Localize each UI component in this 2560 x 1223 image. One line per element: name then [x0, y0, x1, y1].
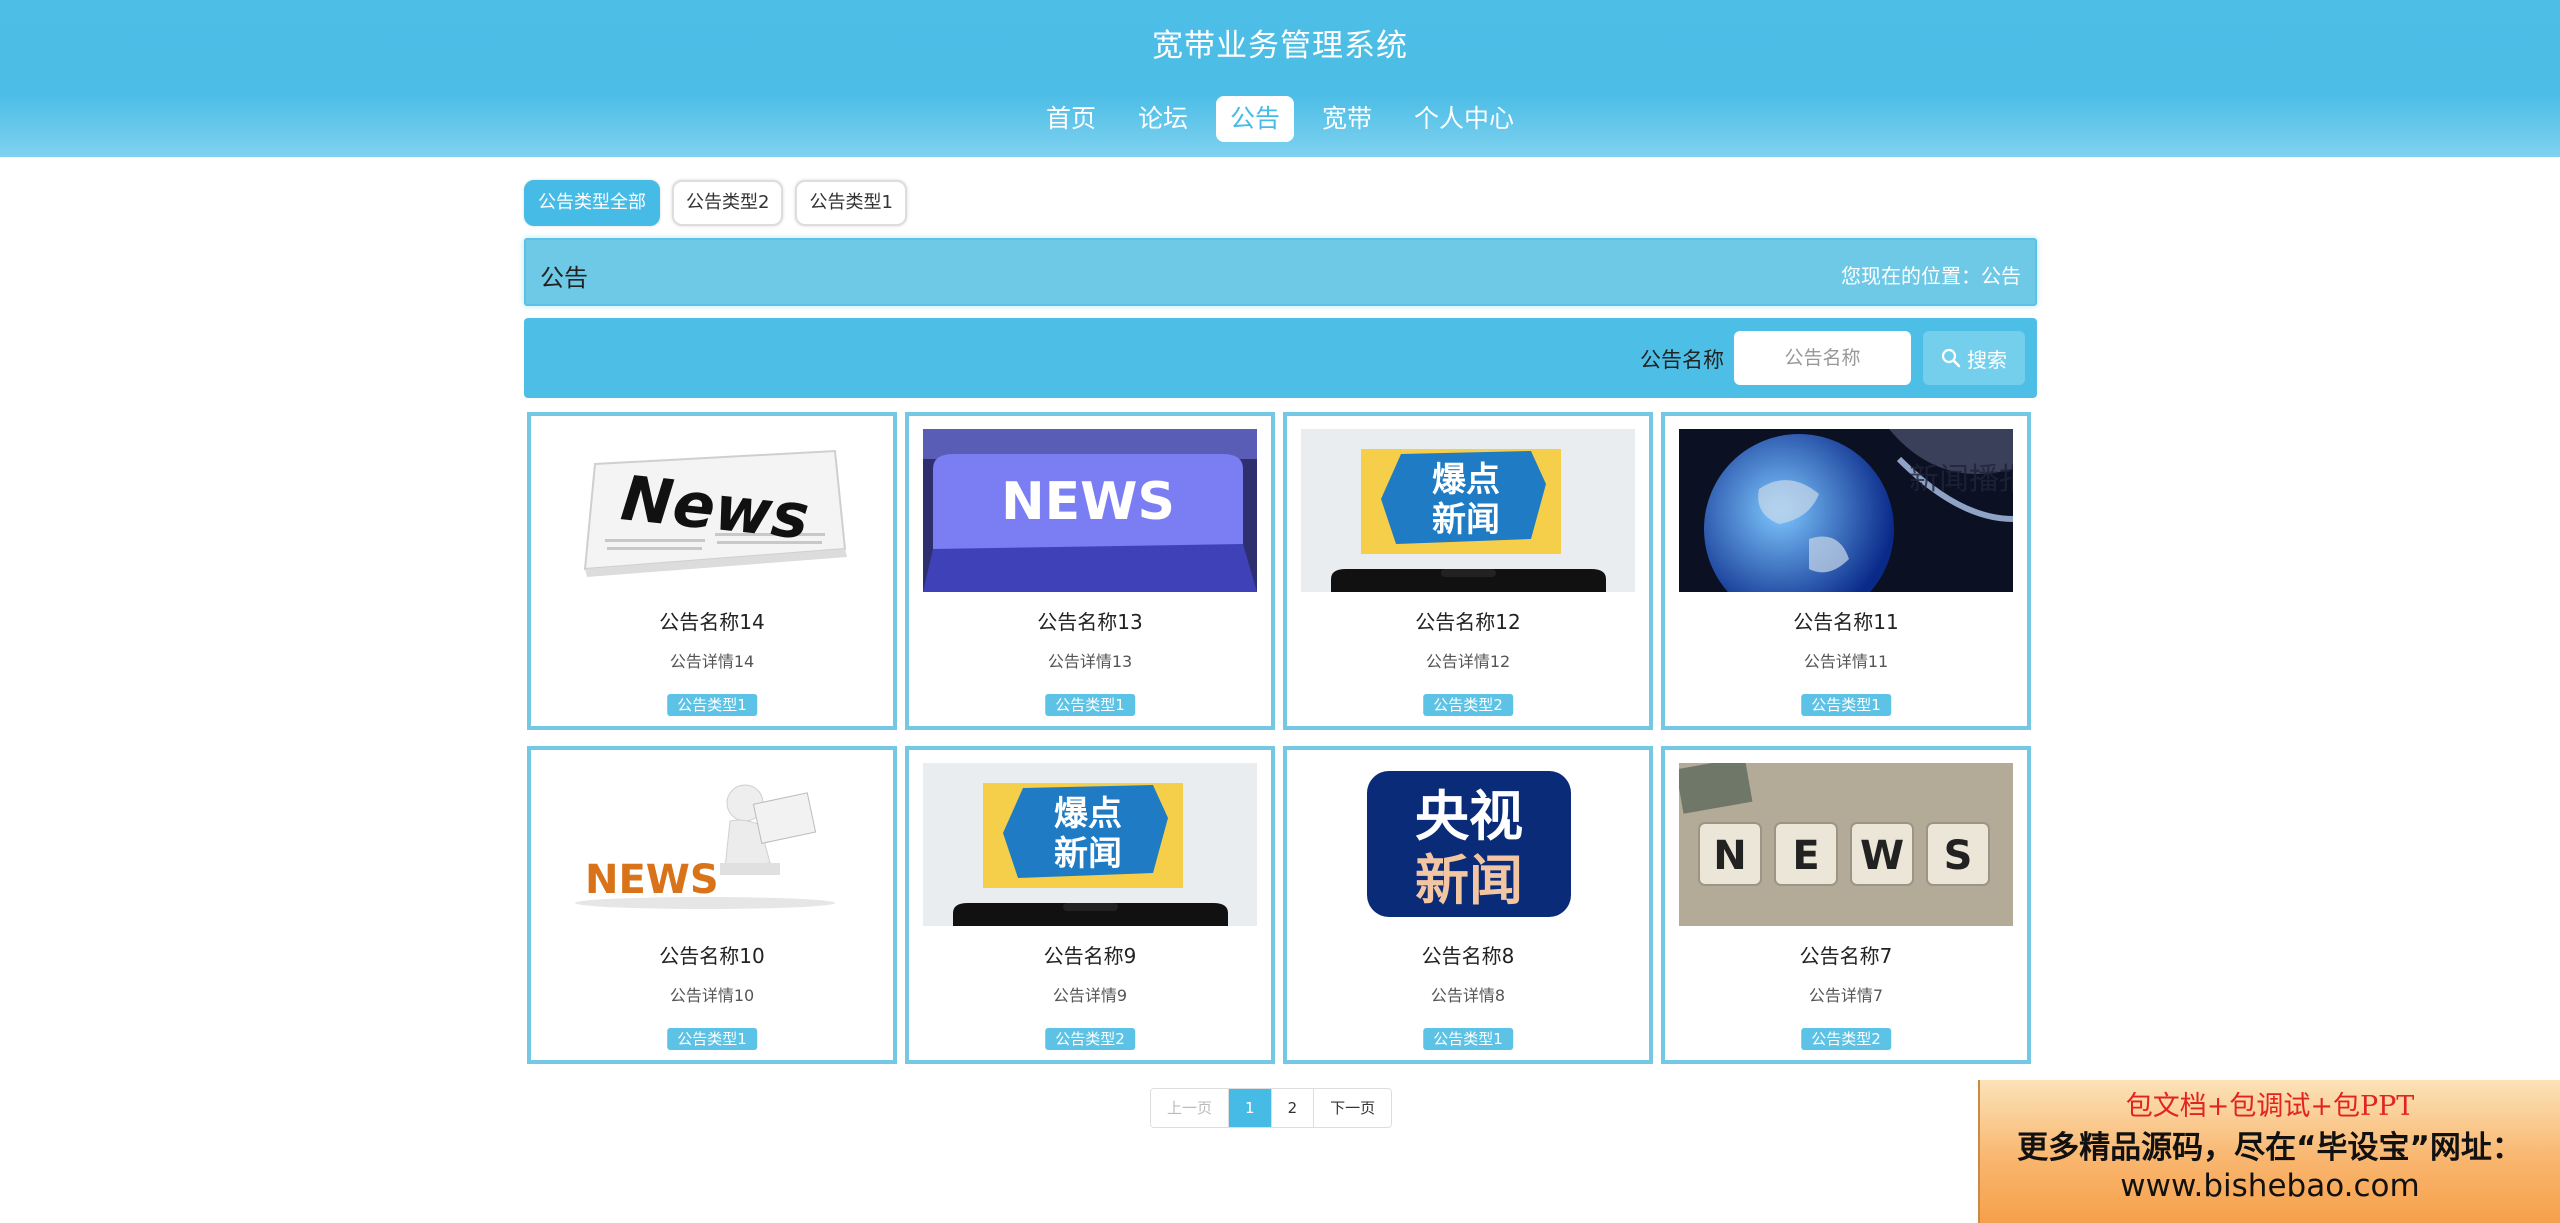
card-detail: 公告详情12 — [1425, 652, 1511, 671]
card-detail: 公告详情10 — [669, 986, 755, 1005]
svg-text:S: S — [1944, 833, 1973, 879]
svg-text:新闻播报: 新闻播报 — [1909, 462, 2013, 497]
ad-line-2: 更多精品源码，尽在“毕设宝”网址： — [2017, 1130, 2523, 1166]
news-newspaper-image: News — [545, 429, 879, 592]
announcement-grid: News 公告名称14 公告详情14 公告类型1 NEWS 公告名称13 公告详… — [527, 412, 2037, 1064]
card-detail: 公告详情14 — [669, 652, 755, 671]
page-2-button[interactable]: 2 — [1271, 1089, 1315, 1127]
announcement-card[interactable]: NEWS 公告名称13 公告详情13 公告类型1 — [905, 412, 1275, 730]
type-badge: 公告类型2 — [1423, 694, 1513, 716]
card-title: 公告名称13 — [1037, 610, 1143, 634]
breadcrumb-bar: 公告 您现在的位置：公告 — [524, 238, 2037, 306]
breadcrumb: 您现在的位置：公告 — [1841, 264, 2021, 288]
news-broadcast-globe-image: 新闻播报 — [1679, 429, 2013, 592]
next-page-button[interactable]: 下一页 — [1314, 1089, 1392, 1127]
card-detail: 公告详情7 — [1808, 986, 1884, 1005]
svg-text:新闻: 新闻 — [1415, 849, 1523, 912]
type-tab-1[interactable]: 公告类型1 — [795, 180, 907, 226]
svg-text:爆点: 爆点 — [1054, 794, 1122, 834]
main-content: 公告类型全部 公告类型2 公告类型1 公告 您现在的位置：公告 公告名称 搜索 — [524, 180, 2037, 1128]
card-detail: 公告详情8 — [1430, 986, 1506, 1005]
search-icon — [1941, 348, 1961, 368]
cctv-news-logo-image: 央视 新闻 — [1301, 763, 1635, 926]
type-badge: 公告类型1 — [1801, 694, 1891, 716]
search-input[interactable] — [1734, 331, 1911, 385]
card-detail: 公告详情9 — [1052, 986, 1128, 1005]
type-badge: 公告类型2 — [1801, 1028, 1891, 1050]
page-1-button[interactable]: 1 — [1229, 1089, 1272, 1127]
search-bar: 公告名称 搜索 — [524, 318, 2037, 398]
type-badge: 公告类型1 — [667, 694, 757, 716]
type-badge: 公告类型2 — [1045, 1028, 1135, 1050]
card-title: 公告名称12 — [1415, 610, 1521, 634]
ad-banner[interactable]: 包文档+包调试+包PPT 更多精品源码，尽在“毕设宝”网址： www.bishe… — [1978, 1080, 2560, 1223]
nav-item-personal-center[interactable]: 个人中心 — [1400, 96, 1528, 142]
nav-item-broadband[interactable]: 宽带 — [1308, 96, 1386, 142]
announcement-card[interactable]: 新闻播报 公告名称11 公告详情11 公告类型1 — [1661, 412, 2031, 730]
announcement-card[interactable]: NEWS 公告名称10 公告详情10 公告类型1 — [527, 746, 897, 1064]
card-detail: 公告详情13 — [1047, 652, 1133, 671]
svg-text:央视: 央视 — [1415, 785, 1523, 848]
nav-item-announcement[interactable]: 公告 — [1215, 96, 1294, 142]
card-title: 公告名称9 — [1043, 944, 1137, 968]
announcement-card[interactable]: 爆点 新闻 公告名称12 公告详情12 公告类型2 — [1283, 412, 1653, 730]
nav-item-forum[interactable]: 论坛 — [1124, 96, 1202, 142]
page-title: 公告 — [540, 264, 588, 292]
announcement-card[interactable]: 央视 新闻 公告名称8 公告详情8 公告类型1 — [1283, 746, 1653, 1064]
nav-item-home[interactable]: 首页 — [1032, 96, 1110, 142]
announcement-card[interactable]: 爆点 新闻 公告名称9 公告详情9 公告类型2 — [905, 746, 1275, 1064]
site-header: 宽带业务管理系统 首页 论坛 公告 宽带 个人中心 — [0, 0, 2560, 157]
news-dice-blocks-image: N E W S — [1679, 763, 2013, 926]
news-3d-figure-image: NEWS — [545, 763, 879, 926]
ad-line-1: 包文档+包调试+包PPT — [2125, 1091, 2415, 1122]
card-title: 公告名称11 — [1793, 610, 1899, 634]
card-title: 公告名称8 — [1421, 944, 1515, 968]
card-title: 公告名称14 — [659, 610, 765, 634]
site-title: 宽带业务管理系统 — [1152, 28, 1408, 64]
svg-text:NEWS: NEWS — [585, 857, 719, 903]
type-tab-all[interactable]: 公告类型全部 — [524, 180, 660, 226]
svg-text:NEWS: NEWS — [1001, 472, 1175, 532]
card-detail: 公告详情11 — [1803, 652, 1889, 671]
main-nav: 首页 论坛 公告 宽带 个人中心 — [0, 96, 2560, 142]
announcement-card[interactable]: News 公告名称14 公告详情14 公告类型1 — [527, 412, 897, 730]
search-button-label: 搜索 — [1967, 347, 2007, 372]
card-title: 公告名称10 — [659, 944, 765, 968]
search-label: 公告名称 — [1640, 348, 1724, 372]
type-badge: 公告类型1 — [667, 1028, 757, 1050]
svg-text:爆点: 爆点 — [1432, 460, 1500, 500]
svg-text:新闻: 新闻 — [1432, 500, 1500, 540]
type-filter-tabs: 公告类型全部 公告类型2 公告类型1 — [524, 180, 2037, 226]
svg-text:E: E — [1792, 833, 1819, 879]
type-tab-2[interactable]: 公告类型2 — [672, 180, 784, 226]
svg-text:新闻: 新闻 — [1054, 834, 1122, 874]
pagination: 上一页 1 2 下一页 — [1150, 1088, 1393, 1128]
announcement-card[interactable]: N E W S 公告名称7 公告详情7 公告类型2 — [1661, 746, 2031, 1064]
type-badge: 公告类型1 — [1423, 1028, 1513, 1050]
hot-news-phone-image: 爆点 新闻 — [923, 763, 1257, 926]
prev-page-button[interactable]: 上一页 — [1151, 1089, 1230, 1127]
news-keyboard-key-image: NEWS — [923, 429, 1257, 592]
card-title: 公告名称7 — [1799, 944, 1893, 968]
svg-text:N: N — [1713, 833, 1746, 879]
search-button[interactable]: 搜索 — [1923, 331, 2025, 385]
svg-text:W: W — [1860, 833, 1904, 879]
type-badge: 公告类型1 — [1045, 694, 1135, 716]
hot-news-phone-image: 爆点 新闻 — [1301, 429, 1635, 592]
ad-url: www.bishebao.com — [2120, 1168, 2420, 1204]
